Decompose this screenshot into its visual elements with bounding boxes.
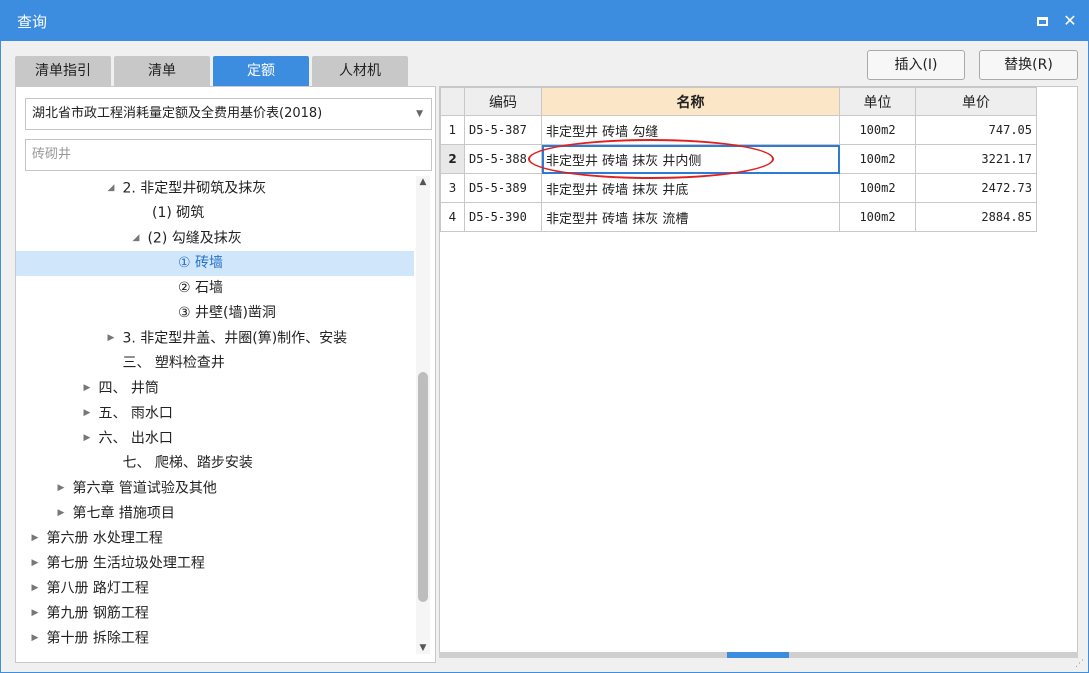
- cell-unit[interactable]: 100m2: [839, 144, 916, 174]
- resize-grip-icon[interactable]: ⋰: [1075, 659, 1085, 669]
- query-window: 查询 ✕ 清单指引 清单 定额 人材机 插入(I) 替换(R) 湖北省市政工程消…: [0, 0, 1089, 673]
- replace-button[interactable]: 替换(R): [979, 50, 1078, 80]
- insert-button[interactable]: 插入(I): [867, 50, 965, 80]
- quota-tree: ◢ 2. 非定型井砌筑及抹灰 (1) 砌筑 ◢ (2) 勾缝及抹灰 ① 砖墙 ②…: [16, 176, 414, 654]
- expand-caret-icon[interactable]: ▶: [54, 501, 68, 526]
- library-select-value: 湖北省市政工程消耗量定额及全费用基价表(2018): [32, 106, 323, 121]
- tree-item[interactable]: ▶ 六、 出水口: [16, 426, 414, 451]
- tree-item[interactable]: ◢ 2. 非定型井砌筑及抹灰: [16, 176, 414, 201]
- chevron-down-icon[interactable]: ▼: [416, 99, 423, 129]
- collapse-caret-icon[interactable]: ◢: [129, 226, 143, 251]
- tree-item[interactable]: ③ 井壁(墙)凿洞: [16, 301, 414, 326]
- table-row-selected[interactable]: 2 D5-5-388 非定型井 砖墙 抹灰 井内侧 100m2 3221.17: [440, 144, 1037, 174]
- expand-caret-icon[interactable]: ▶: [54, 476, 68, 501]
- cell-price[interactable]: 2472.73: [915, 173, 1037, 203]
- tree-panel: 湖北省市政工程消耗量定额及全费用基价表(2018) ▼ 砖砌井 ◢ 2. 非定型…: [15, 86, 436, 663]
- cell-name[interactable]: 非定型井 砖墙 抹灰 流槽: [541, 202, 840, 232]
- tree-item[interactable]: ▶ 第七章 措施项目: [16, 501, 414, 526]
- row-index: 3: [440, 173, 465, 203]
- cell-name[interactable]: 非定型井 砖墙 勾缝: [541, 115, 840, 145]
- tab-quota[interactable]: 定额: [213, 56, 309, 86]
- expand-caret-icon[interactable]: ▶: [28, 526, 42, 551]
- results-table: 编码 名称 单位 单价 1 D5-5-387 非定型井 砖墙 勾缝 100m2 …: [440, 87, 1037, 232]
- table-row[interactable]: 4 D5-5-390 非定型井 砖墙 抹灰 流槽 100m2 2884.85: [440, 202, 1037, 232]
- tree-item[interactable]: 七、 爬梯、踏步安装: [16, 451, 414, 476]
- tree-item[interactable]: ▶ 第八册 路灯工程: [16, 576, 414, 601]
- table-header-row: 编码 名称 单位 单价: [440, 87, 1037, 116]
- row-index: 4: [440, 202, 465, 232]
- column-header-price[interactable]: 单价: [915, 87, 1037, 116]
- table-row[interactable]: 1 D5-5-387 非定型井 砖墙 勾缝 100m2 747.05: [440, 115, 1037, 145]
- title-bar[interactable]: 查询 ✕: [1, 1, 1088, 41]
- splitter-grip[interactable]: [727, 652, 789, 658]
- cell-name[interactable]: 非定型井 砖墙 抹灰 井底: [541, 173, 840, 203]
- maximize-icon[interactable]: [1031, 10, 1053, 32]
- tree-scrollbar[interactable]: ▲ ▼: [416, 176, 430, 654]
- tree-item[interactable]: ▶ 五、 雨水口: [16, 401, 414, 426]
- expand-caret-icon[interactable]: ▶: [28, 576, 42, 601]
- row-index: 2: [440, 144, 465, 174]
- expand-caret-icon[interactable]: ▶: [104, 326, 118, 351]
- column-header-name[interactable]: 名称: [541, 87, 840, 116]
- tab-labor-material-machine[interactable]: 人材机: [312, 56, 408, 86]
- cell-price[interactable]: 747.05: [915, 115, 1037, 145]
- collapse-caret-icon[interactable]: ◢: [104, 176, 118, 201]
- scroll-up-icon[interactable]: ▲: [416, 176, 430, 188]
- tree-item[interactable]: ▶ 四、 井筒: [16, 376, 414, 401]
- expand-caret-icon[interactable]: ▶: [28, 601, 42, 626]
- scroll-down-icon[interactable]: ▼: [416, 642, 430, 654]
- expand-caret-icon[interactable]: ▶: [80, 426, 94, 451]
- column-header-index: [440, 87, 465, 116]
- cell-unit[interactable]: 100m2: [839, 115, 916, 145]
- tree-item[interactable]: ▶ 第九册 钢筋工程: [16, 601, 414, 626]
- expand-caret-icon[interactable]: ▶: [80, 376, 94, 401]
- search-input[interactable]: 砖砌井: [25, 139, 432, 171]
- expand-caret-icon[interactable]: ▶: [80, 401, 94, 426]
- tab-bill[interactable]: 清单: [114, 56, 210, 86]
- column-header-unit[interactable]: 单位: [839, 87, 916, 116]
- tree-item[interactable]: ▶ 第十册 拆除工程: [16, 626, 414, 651]
- cell-price[interactable]: 3221.17: [915, 144, 1037, 174]
- expand-caret-icon[interactable]: ▶: [28, 626, 42, 651]
- tree-item[interactable]: ▶ 3. 非定型井盖、井圈(箅)制作、安装: [16, 326, 414, 351]
- close-icon[interactable]: ✕: [1059, 10, 1081, 32]
- column-header-code[interactable]: 编码: [464, 87, 542, 116]
- horizontal-scrollbar[interactable]: [439, 652, 1078, 658]
- window-title: 查询: [17, 13, 48, 31]
- tree-item[interactable]: (1) 砌筑: [16, 201, 414, 226]
- row-index: 1: [440, 115, 465, 145]
- cell-code[interactable]: D5-5-387: [464, 115, 542, 145]
- tree-item[interactable]: ▶ 第六章 管道试验及其他: [16, 476, 414, 501]
- tree-item[interactable]: ▶ 第七册 生活垃圾处理工程: [16, 551, 414, 576]
- tree-item[interactable]: ▶ 第六册 水处理工程: [16, 526, 414, 551]
- tree-item[interactable]: 三、 塑料检查井: [16, 351, 414, 376]
- expand-caret-icon[interactable]: ▶: [28, 551, 42, 576]
- cell-price[interactable]: 2884.85: [915, 202, 1037, 232]
- tree-item-selected[interactable]: ① 砖墙: [16, 251, 414, 276]
- tab-bill-guide[interactable]: 清单指引: [15, 56, 111, 86]
- library-select[interactable]: 湖北省市政工程消耗量定额及全费用基价表(2018) ▼: [25, 98, 432, 130]
- cell-unit[interactable]: 100m2: [839, 173, 916, 203]
- table-row[interactable]: 3 D5-5-389 非定型井 砖墙 抹灰 井底 100m2 2472.73: [440, 173, 1037, 203]
- cell-code[interactable]: D5-5-388: [464, 144, 542, 174]
- cell-name-focused[interactable]: 非定型井 砖墙 抹灰 井内侧: [541, 144, 840, 174]
- tree-item[interactable]: ◢ (2) 勾缝及抹灰: [16, 226, 414, 251]
- tree-item[interactable]: ② 石墙: [16, 276, 414, 301]
- cell-code[interactable]: D5-5-389: [464, 173, 542, 203]
- cell-code[interactable]: D5-5-390: [464, 202, 542, 232]
- cell-unit[interactable]: 100m2: [839, 202, 916, 232]
- scrollbar-thumb[interactable]: [418, 372, 428, 602]
